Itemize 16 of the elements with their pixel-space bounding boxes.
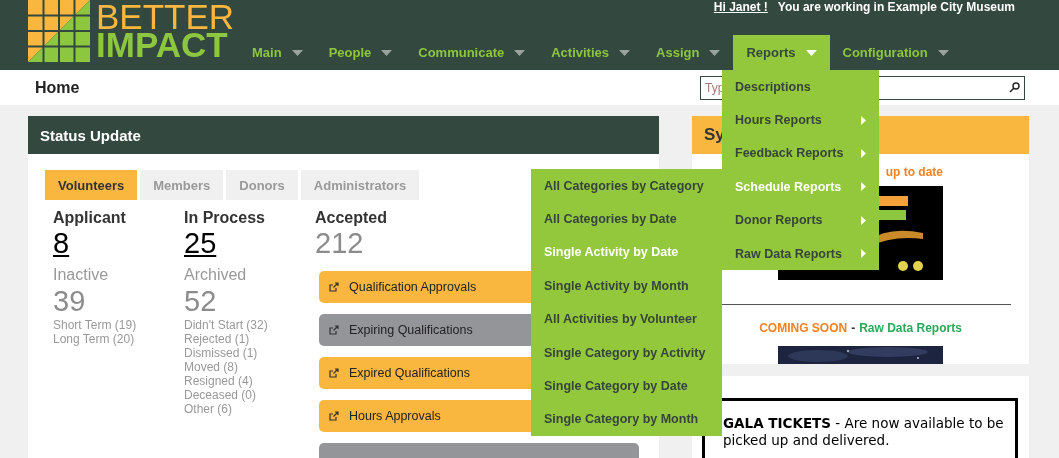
status-heading: In Process bbox=[184, 209, 265, 227]
logo-text: BETTER bbox=[96, 3, 235, 31]
coming-soon-text: COMING SOON bbox=[759, 321, 848, 335]
status-count: 212 bbox=[315, 227, 364, 259]
status-count: 39 bbox=[53, 284, 87, 318]
status-count: 52 bbox=[184, 284, 218, 318]
organization-text: You are working in Example City Museum bbox=[777, 0, 1015, 14]
notice-text: up to date bbox=[885, 165, 943, 179]
separator-text: - bbox=[851, 321, 856, 335]
status-heading: Applicant bbox=[53, 209, 126, 227]
status-heading: Accepted bbox=[315, 209, 388, 227]
page-title: Home bbox=[35, 78, 80, 97]
logo-text: IMPACT bbox=[96, 31, 228, 59]
status-heading: Archived bbox=[184, 266, 248, 284]
panel-title: Status Update bbox=[40, 126, 141, 144]
status-heading: Inactive bbox=[53, 266, 110, 284]
